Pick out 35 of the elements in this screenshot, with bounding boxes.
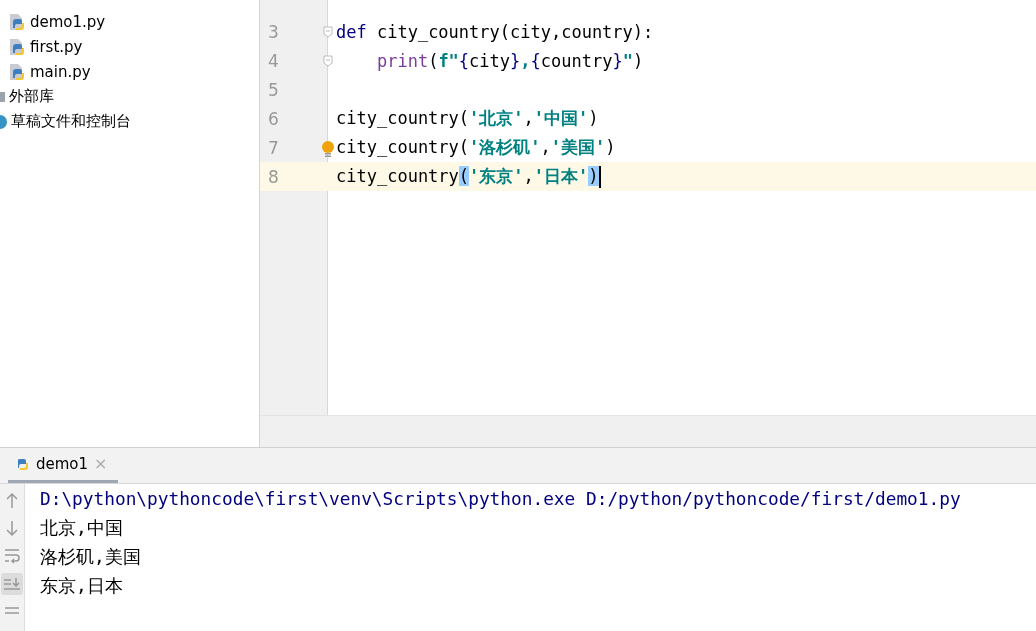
tree-item[interactable]: demo1.py xyxy=(30,12,106,31)
console-icon xyxy=(0,114,7,129)
console-output: 东京,日本 xyxy=(40,574,124,598)
code-line: city_country('洛杉矶','美国') xyxy=(336,136,616,159)
print-icon[interactable] xyxy=(3,604,21,616)
code-line: def city_country(city,country): xyxy=(336,21,654,42)
library-icon xyxy=(0,90,5,103)
soft-wrap-icon[interactable] xyxy=(3,546,21,564)
text-cursor xyxy=(598,165,601,188)
down-arrow-icon[interactable] xyxy=(4,519,20,537)
line-number: 3 xyxy=(267,21,280,42)
line-number: 6 xyxy=(267,108,280,129)
line-number: 7 xyxy=(267,137,280,158)
console-output: 北京,中国 xyxy=(40,516,124,540)
python-icon xyxy=(18,457,30,470)
code-line: city_country('东京','日本') xyxy=(336,165,599,188)
code-line: city_country('北京','中国') xyxy=(336,107,599,130)
tree-item[interactable]: 外部库 xyxy=(9,87,54,106)
line-number: 4 xyxy=(267,50,280,71)
python-file-icon xyxy=(8,37,26,56)
run-tab[interactable]: demo1 × xyxy=(8,447,118,483)
tree-item[interactable]: 草稿文件和控制台 xyxy=(11,112,131,131)
console-command: D:\python\pythoncode\first\venv\Scripts\python.exe D:/python/pythoncode/first/demo1.py xyxy=(40,487,961,511)
console-output: 洛杉矶,美国 xyxy=(40,545,142,569)
code-line: print(f"{city},{country}") xyxy=(376,50,644,71)
python-file-icon xyxy=(8,12,26,31)
tree-item[interactable]: main.py xyxy=(30,62,91,81)
scroll-to-end-icon[interactable] xyxy=(1,573,23,595)
tree-item[interactable]: first.py xyxy=(30,37,83,56)
lightbulb-icon[interactable] xyxy=(321,140,335,158)
scrollbar-track[interactable] xyxy=(260,415,1036,447)
up-arrow-icon[interactable] xyxy=(4,492,20,510)
python-file-icon xyxy=(8,62,26,81)
line-number: 8 xyxy=(267,166,280,187)
line-number: 5 xyxy=(267,79,280,100)
